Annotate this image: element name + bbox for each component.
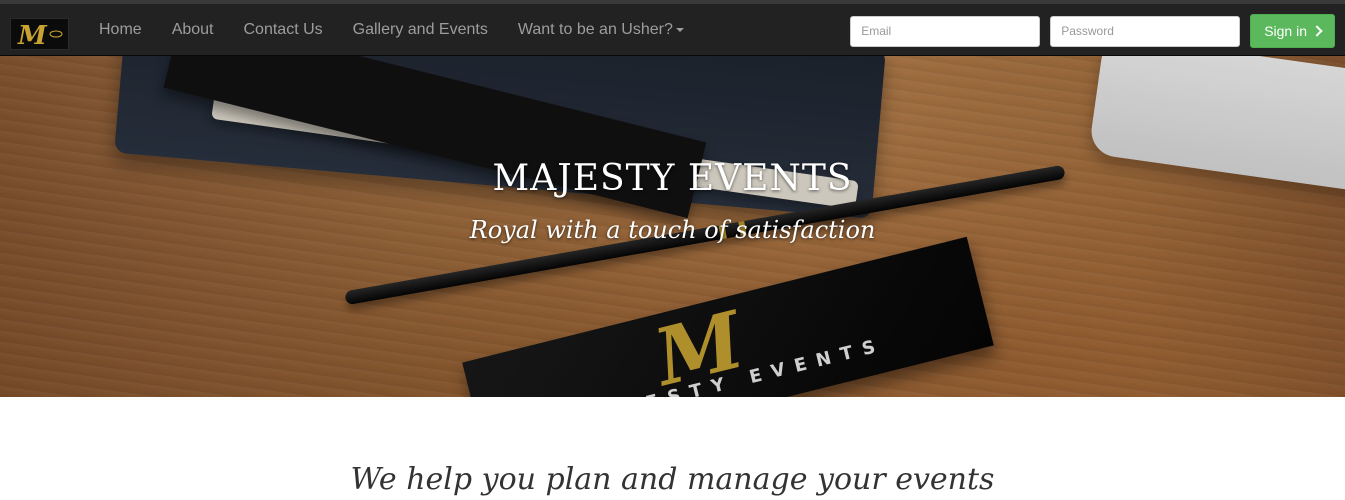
caret-down-icon <box>675 27 684 32</box>
nav-contact-us[interactable]: Contact Us <box>229 4 338 56</box>
majesty-logo-icon: M <box>17 21 63 48</box>
nav-usher-label: Want to be an Usher? <box>517 21 673 38</box>
top-navbar: M Home About Contact Us Gallery and Even… <box>0 0 1345 56</box>
nav-usher-dropdown[interactable]: Want to be an Usher? <box>503 4 699 56</box>
chevron-right-icon <box>1311 25 1323 37</box>
email-field[interactable] <box>850 15 1041 47</box>
login-form: Sign in <box>850 14 1335 48</box>
hero-banner: M MAJESTY EVENTS MAJESTY EVENTS Royal wi… <box>0 56 1345 397</box>
password-field[interactable] <box>1050 15 1241 47</box>
hero-title: MAJESTY EVENTS <box>492 158 853 199</box>
brand-logo[interactable]: M <box>10 18 69 50</box>
nav-gallery-and-events[interactable]: Gallery and Events <box>338 4 503 56</box>
main-nav: Home About Contact Us Gallery and Events… <box>84 4 699 56</box>
signin-button[interactable]: Sign in <box>1250 14 1335 48</box>
nav-home[interactable]: Home <box>84 4 157 56</box>
brand-logo-text: M <box>17 21 48 48</box>
signin-label: Sign in <box>1264 23 1307 39</box>
hero-tagline: Royal with a touch of satisfaction <box>469 216 876 244</box>
nav-about[interactable]: About <box>157 4 229 56</box>
section-headline: We help you plan and manage your events <box>350 462 995 497</box>
